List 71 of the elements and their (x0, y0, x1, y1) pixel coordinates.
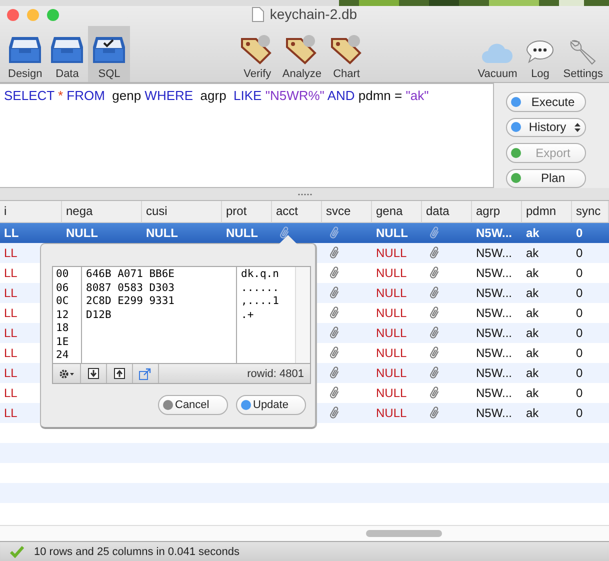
table-cell: N5W... (476, 306, 512, 320)
table-cell: 0 (576, 226, 583, 240)
window-title: keychain-2.db (270, 6, 358, 22)
table-cell: NULL (376, 246, 407, 260)
table-cell: 0 (576, 346, 583, 360)
table-cell: NULL (226, 226, 258, 240)
table-cell: N5W... (476, 226, 512, 240)
table-cell: N5W... (476, 246, 512, 260)
table-cell: ak (526, 246, 539, 260)
table-cell: N5W... (476, 326, 512, 340)
hex-line: 2C8D E299 9331 (86, 295, 176, 308)
table-cell: N5W... (476, 286, 512, 300)
table-cell: N5W... (476, 346, 512, 360)
ascii-line: ,....1 (241, 295, 280, 308)
table-cell: ak (526, 326, 539, 340)
table-cell: N5W... (476, 266, 512, 280)
table-cell: ak (526, 226, 540, 240)
table-cell: ak (526, 366, 539, 380)
table-cell: 0 (576, 386, 583, 400)
table-cell: LL (4, 226, 19, 240)
table-cell: NULL (376, 366, 407, 380)
table-cell: ak (526, 286, 539, 300)
table-cell: 0 (576, 366, 583, 380)
table-cell: NULL (376, 226, 408, 240)
table-cell: ak (526, 386, 539, 400)
table-cell: LL (4, 406, 18, 420)
table-cell: NULL (376, 266, 407, 280)
offset-label: 18 (56, 322, 70, 336)
offset-label: 24 (56, 349, 70, 362)
offset-label: 1E (56, 336, 70, 349)
offset-label: 00 (56, 268, 70, 282)
table-cell: N5W... (476, 366, 512, 380)
table-cell: N5W... (476, 386, 512, 400)
hex-line: D12B (86, 308, 112, 322)
table-cell: LL (4, 326, 18, 340)
table-cell: 0 (576, 326, 583, 340)
offset-label: 12 (56, 308, 70, 322)
table-cell: 0 (576, 246, 583, 260)
table-cell: NULL (376, 346, 407, 360)
table-cell: LL (4, 286, 18, 300)
table-cell: LL (4, 386, 18, 400)
ascii-line: .+ (241, 308, 255, 322)
table-cell: LL (4, 346, 18, 360)
table-cell: ak (526, 346, 539, 360)
table-cell: NULL (376, 286, 407, 300)
table-cell: NULL (66, 226, 98, 240)
rowid-label: rowid: 4801 (247, 368, 305, 380)
table-cell: 0 (576, 406, 583, 420)
table-cell: LL (4, 246, 18, 260)
table-cell: ak (526, 406, 539, 420)
table-cell: 0 (576, 306, 583, 320)
table-cell: NULL (376, 386, 407, 400)
table-cell: LL (4, 266, 18, 280)
table-cell: 0 (576, 266, 583, 280)
hex-line: 8087 0583 D303 (86, 282, 176, 295)
status-text: 10 rows and 25 columns in 0.041 seconds (34, 546, 240, 558)
ascii-line: dk.q.n (241, 268, 280, 282)
table-cell: ak (526, 306, 539, 320)
table-cell: 0 (576, 286, 583, 300)
table-cell: NULL (376, 326, 407, 340)
hex-line: 646B A071 BB6E (86, 268, 176, 282)
table-cell: ak (526, 266, 539, 280)
table-cell: NULL (376, 406, 407, 420)
offset-label: 06 (56, 282, 70, 295)
table-cell: LL (4, 366, 18, 380)
table-cell: N5W... (476, 406, 512, 420)
table-cell: NULL (146, 226, 178, 240)
table-cell: NULL (376, 306, 407, 320)
table-cell: LL (4, 306, 18, 320)
offset-label: 0C (56, 295, 70, 308)
ascii-line: ...... (241, 282, 280, 295)
